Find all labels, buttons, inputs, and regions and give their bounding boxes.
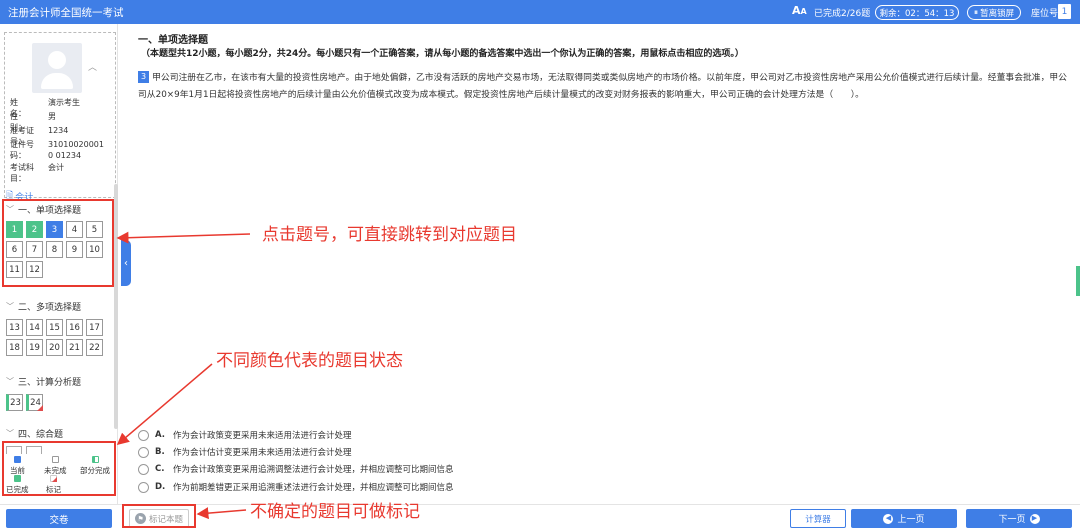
timer: 剩余：02：54：13 xyxy=(875,5,959,20)
annotation-box-legend xyxy=(2,441,116,496)
annotation-box-grid xyxy=(2,199,114,287)
seat-label: 座位号 xyxy=(1031,9,1059,19)
sidebar-collapse-toggle[interactable]: ‹ xyxy=(121,240,131,286)
chevron-down-icon: ﹀ xyxy=(6,429,14,438)
question-nav-button[interactable]: 19 xyxy=(26,339,43,356)
section-calculation[interactable]: ﹀ 三、计算分析题 xyxy=(6,375,81,388)
font-size-toggle[interactable]: AA xyxy=(792,4,807,17)
annotation-mark: 不确定的题目可做标记 xyxy=(250,502,420,522)
question-nav-button[interactable]: 13 xyxy=(6,319,23,336)
question-nav-button[interactable]: 18 xyxy=(6,339,23,356)
question-number: 3 xyxy=(138,71,150,83)
annotation-jump: 点击题号，可直接跳转到对应题目 xyxy=(262,225,517,245)
top-bar: 注册会计师全国统一考试 AA 已完成2/26题 剩余：02：54：13 ⏸ 暂离锁… xyxy=(0,0,1080,24)
radio-d[interactable] xyxy=(138,481,149,493)
seat-number: 1 xyxy=(1058,4,1071,19)
option-b[interactable]: B. 作为会计估计变更采用未来适用法进行会计处理 xyxy=(138,446,352,458)
radio-c[interactable] xyxy=(138,463,149,475)
radio-b[interactable] xyxy=(138,446,149,458)
option-a[interactable]: A. 作为会计政策变更采用未来适用法进行会计处理 xyxy=(138,429,352,441)
chevron-down-icon: ﹀ xyxy=(6,377,14,386)
right-panel-handle[interactable] xyxy=(1076,266,1080,296)
option-d[interactable]: D. 作为前期差错更正采用追溯重述法进行会计处理，并相应调整可比期间信息 xyxy=(138,481,454,493)
avatar xyxy=(32,43,82,93)
candidate-profile: ︿ 姓 名： 演示考生 性 别：男 准考证号： 1234 证件号码： 31010020… xyxy=(4,32,116,198)
section-description: （本题型共12小题，每小题2分，共24分。每小题只有一个正确答案，请从每小题的备… xyxy=(141,49,744,59)
exam-title: 注册会计师全国统一考试 xyxy=(8,7,124,19)
progress-text: 已完成2/26题 xyxy=(814,9,871,19)
pause-button[interactable]: ⏸ 暂离锁屏 xyxy=(967,5,1021,20)
option-c[interactable]: C. 作为会计政策变更采用追溯调整法进行会计处理，并相应调整可比期间信息 xyxy=(138,463,454,475)
question-nav-button[interactable]: 17 xyxy=(86,319,103,336)
question-nav-button[interactable]: 20 xyxy=(46,339,63,356)
submit-button[interactable]: 交卷 xyxy=(6,509,112,528)
question-nav-button[interactable]: 16 xyxy=(66,319,83,336)
next-page-button[interactable]: 下一页 ▶ xyxy=(966,509,1072,528)
question-text: 甲公司注册在乙市，在该市有大量的投资性房地产。由于地处偏僻，乙市没有活跃的房地产… xyxy=(138,73,1067,100)
annotation-box-mark xyxy=(122,504,196,528)
question-nav-button[interactable]: 21 xyxy=(66,339,83,356)
question-nav-button[interactable]: 14 xyxy=(26,319,43,336)
annotation-colors: 不同颜色代表的题目状态 xyxy=(216,351,403,371)
chevron-down-icon: ﹀ xyxy=(6,302,14,311)
prev-page-button[interactable]: ◀ 上一页 xyxy=(851,509,957,528)
radio-a[interactable] xyxy=(138,429,149,441)
chevron-right-icon: ▶ xyxy=(1029,513,1040,524)
question-nav-button[interactable]: 23 xyxy=(6,394,23,411)
chevron-up-icon[interactable]: ︿ xyxy=(88,60,97,73)
sidebar-scrollbar[interactable] xyxy=(114,184,118,429)
section-multi-choice[interactable]: ﹀ 二、多项选择题 xyxy=(6,300,81,313)
pause-icon: ⏸ xyxy=(973,7,979,18)
question-grid-calc: 23 24 xyxy=(6,394,106,411)
question-nav-button[interactable]: 15 xyxy=(46,319,63,336)
profile-subject-row: 考试科目： 会计 xyxy=(10,163,64,183)
question-nav-button[interactable]: 24 xyxy=(26,394,43,411)
profile-id-row: 证件号码： 310100200010 01234 xyxy=(10,140,104,160)
question-stem: 3 甲公司注册在乙市，在该市有大量的投资性房地产。由于地处偏僻，乙市没有活跃的房地… xyxy=(138,70,1073,104)
question-grid-multi: 13 14 15 16 17 18 19 20 21 22 xyxy=(6,319,106,356)
section-comprehensive[interactable]: ﹀ 四、综合题 xyxy=(6,427,63,440)
chevron-left-icon: ◀ xyxy=(883,513,894,524)
question-nav-button[interactable]: 22 xyxy=(86,339,103,356)
calculator-button[interactable]: 计算器 xyxy=(790,509,846,528)
section-title: 一、单项选择题 xyxy=(138,35,208,46)
chevron-left-icon: ‹ xyxy=(124,257,128,269)
